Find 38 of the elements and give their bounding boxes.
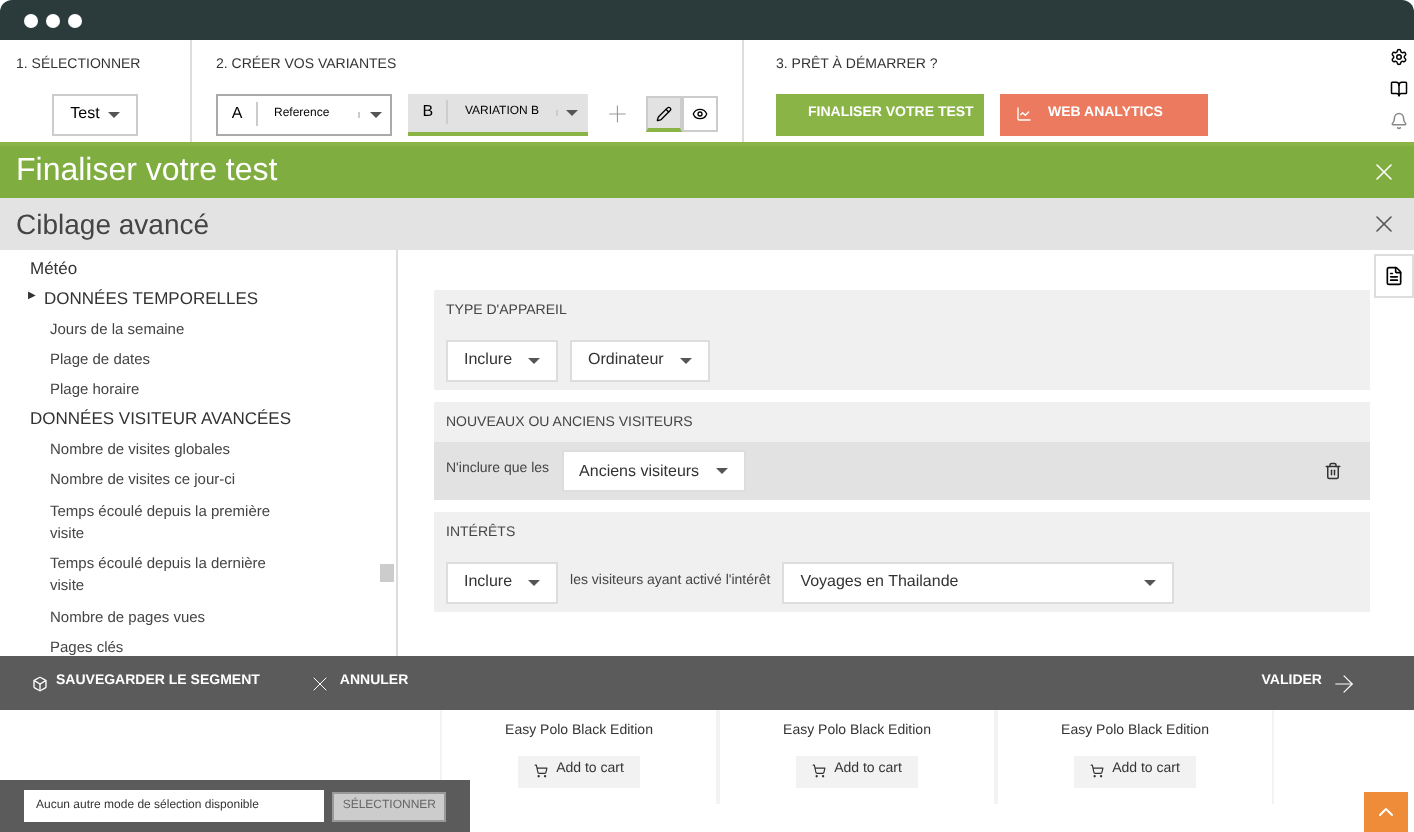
chart-icon <box>1016 106 1032 122</box>
panel-title: Ciblage avancé <box>16 205 210 244</box>
scrollbar-thumb[interactable] <box>380 564 394 582</box>
cube-icon <box>32 675 48 691</box>
caret-icon <box>715 468 728 474</box>
edit-mode-button[interactable] <box>646 96 682 132</box>
dialog-title: Finaliser votre test <box>16 152 278 192</box>
caret-icon <box>566 109 579 115</box>
cart-icon <box>534 764 549 778</box>
cart-icon <box>1090 764 1105 778</box>
arrow-right-icon <box>1330 669 1358 697</box>
dropdown[interactable]: Inclure <box>446 339 559 381</box>
close-icon[interactable] <box>1370 210 1398 238</box>
eye-icon <box>692 106 708 122</box>
dropdown[interactable]: Anciens visiteurs <box>561 450 746 492</box>
cart-icon <box>812 764 827 778</box>
dropdown[interactable]: Ordinateur <box>570 339 710 381</box>
sidebar-group[interactable]: DONNÉES VISITEUR AVANCÉES <box>30 406 292 432</box>
caret-icon <box>369 111 382 117</box>
sidebar-group[interactable]: DONNÉES TEMPORELLES <box>44 285 259 311</box>
dropdown[interactable]: Voyages en Thailande <box>782 561 1175 603</box>
bell-icon[interactable] <box>1389 112 1407 130</box>
document-icon[interactable] <box>1374 254 1414 298</box>
dropdown[interactable]: Inclure <box>446 561 559 603</box>
caret-icon <box>679 357 692 363</box>
close-icon[interactable] <box>1370 158 1398 186</box>
test-select[interactable]: Test <box>52 93 138 135</box>
caret-icon <box>528 579 541 585</box>
settings-icon[interactable] <box>1389 48 1407 66</box>
sidebar-group[interactable]: Météo <box>30 256 78 282</box>
caret-icon <box>528 357 541 363</box>
delete-icon[interactable] <box>1324 462 1342 480</box>
preview-mode-button[interactable] <box>682 96 718 132</box>
caret-icon <box>1144 579 1157 585</box>
book-icon[interactable] <box>1389 80 1407 98</box>
caret-icon <box>107 111 120 117</box>
pencil-icon <box>656 105 672 121</box>
add-icon[interactable] <box>603 100 630 128</box>
